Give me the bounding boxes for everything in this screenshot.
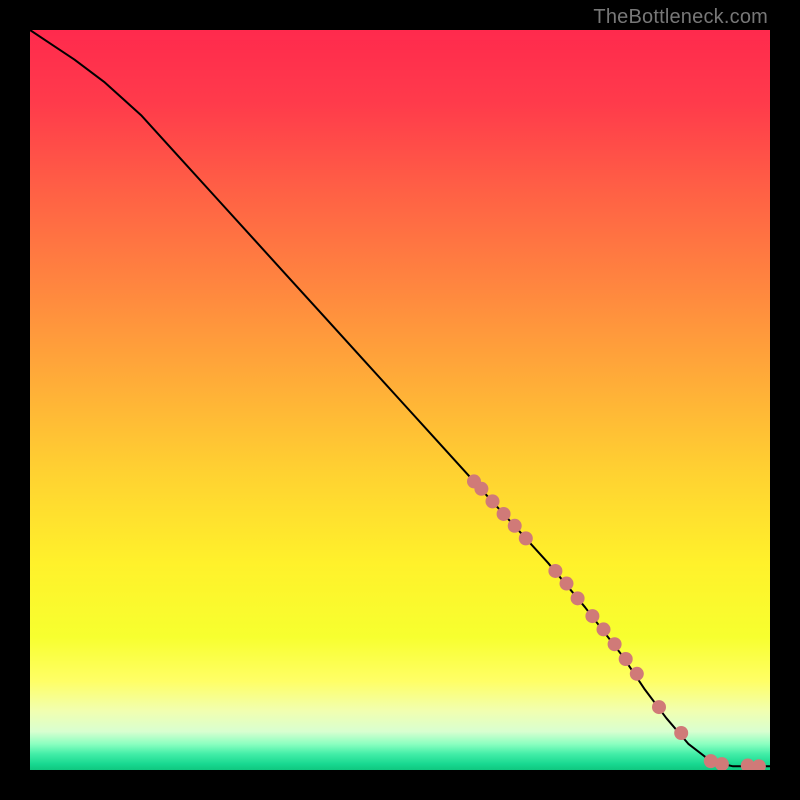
data-marker (508, 519, 522, 533)
data-marker (652, 700, 666, 714)
chart-frame: TheBottleneck.com (0, 0, 800, 800)
bottleneck-curve (30, 30, 770, 766)
data-marker (608, 637, 622, 651)
data-marker (497, 507, 511, 521)
data-marker (474, 482, 488, 496)
data-marker (486, 494, 500, 508)
data-marker (571, 591, 585, 605)
data-marker (752, 759, 766, 770)
data-marker (519, 531, 533, 545)
data-marker (548, 564, 562, 578)
data-marker (674, 726, 688, 740)
data-marker (630, 667, 644, 681)
data-marker (585, 609, 599, 623)
attribution-label: TheBottleneck.com (593, 6, 768, 29)
data-marker (619, 652, 633, 666)
data-marker (560, 577, 574, 591)
data-marker (597, 622, 611, 636)
curve-layer (30, 30, 770, 770)
plot-area (30, 30, 770, 770)
